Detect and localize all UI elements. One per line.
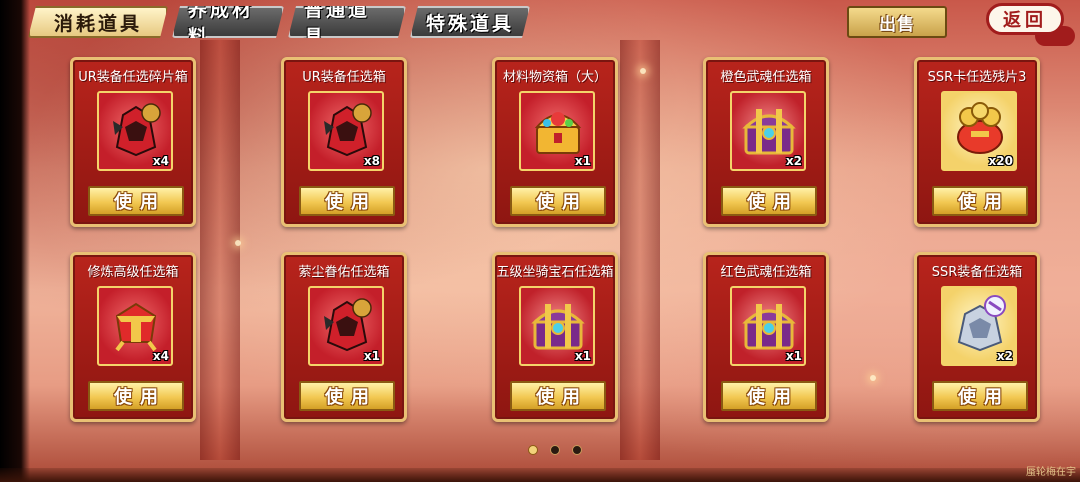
tab-materials[interactable]: 养成材料	[172, 6, 284, 38]
use-button[interactable]: 使用	[510, 381, 606, 411]
use-button[interactable]: 使用	[721, 381, 817, 411]
item-count: x4	[152, 154, 169, 168]
page-dot[interactable]	[550, 445, 560, 455]
item-frame[interactable]: x4	[97, 91, 173, 171]
item-count: x2	[785, 154, 802, 168]
bottom-edge-bar	[0, 468, 1080, 482]
tab-consumables[interactable]: 消耗道具	[28, 6, 168, 38]
item-frame[interactable]: x2	[941, 286, 1017, 366]
tab-special-items[interactable]: 特殊道具	[410, 6, 530, 38]
page-dot[interactable]	[528, 445, 538, 455]
item-card: 红色武魂任选箱 x1 使用	[703, 252, 829, 422]
item-frame[interactable]: x1	[519, 286, 595, 366]
item-card: 萦尘眷佑任选箱 x1 使用	[281, 252, 407, 422]
item-name: SSR卡任选残片3	[927, 70, 1027, 85]
item-count: x4	[152, 349, 169, 363]
left-edge-shade	[0, 0, 30, 482]
item-card: UR装备任选碎片箱 x4 使用	[70, 57, 196, 227]
item-card: 五级坐骑宝石任选箱 x1 使用	[492, 252, 618, 422]
use-button[interactable]: 使用	[721, 186, 817, 216]
item-name: 萦尘眷佑任选箱	[298, 265, 390, 280]
item-name: 材料物资箱（大）	[502, 70, 607, 85]
item-count: x1	[785, 349, 802, 363]
use-button[interactable]: 使用	[510, 186, 606, 216]
item-name: 红色武魂任选箱	[720, 265, 812, 280]
item-name: 五级坐骑宝石任选箱	[496, 265, 614, 280]
item-frame[interactable]: x1	[519, 91, 595, 171]
use-button[interactable]: 使用	[88, 186, 184, 216]
item-frame[interactable]: x1	[308, 286, 384, 366]
item-frame[interactable]: x20	[941, 91, 1017, 171]
item-name: UR装备任选箱	[302, 70, 386, 85]
sell-button[interactable]: 出售	[847, 6, 947, 38]
item-frame[interactable]: x2	[730, 91, 806, 171]
item-name: SSR装备任选箱	[931, 265, 1023, 280]
item-frame[interactable]: x4	[97, 286, 173, 366]
item-card: 橙色武魂任选箱 x2 使用	[703, 57, 829, 227]
footer-text: 蜃轮梅在宇	[1026, 467, 1076, 478]
page-dot[interactable]	[572, 445, 582, 455]
item-card: 材料物资箱（大） x1 使用	[492, 57, 618, 227]
item-card: SSR卡任选残片3 x20 使用	[914, 57, 1040, 227]
use-button[interactable]: 使用	[88, 381, 184, 411]
item-count: x20	[988, 154, 1013, 168]
item-name: 橙色武魂任选箱	[720, 70, 812, 85]
item-frame[interactable]: x8	[308, 91, 384, 171]
item-card: SSR装备任选箱 x2 使用	[914, 252, 1040, 422]
use-button[interactable]: 使用	[299, 381, 395, 411]
page-indicator	[528, 445, 582, 455]
item-count: x1	[363, 349, 380, 363]
item-count: x8	[363, 154, 380, 168]
item-grid: UR装备任选碎片箱 x4 使用 UR装备任选箱 x8 使用 材料物资箱（大） x…	[70, 57, 1040, 427]
item-count: x1	[574, 349, 591, 363]
item-card: UR装备任选箱 x8 使用	[281, 57, 407, 227]
use-button[interactable]: 使用	[932, 186, 1028, 216]
back-button[interactable]: 返回	[986, 3, 1064, 35]
item-name: UR装备任选碎片箱	[78, 70, 188, 85]
item-name: 修炼高级任选箱	[87, 265, 179, 280]
use-button[interactable]: 使用	[299, 186, 395, 216]
use-button[interactable]: 使用	[932, 381, 1028, 411]
category-tab-bar: 消耗道具 养成材料 普通道具 特殊道具	[28, 6, 530, 40]
item-count: x2	[996, 349, 1013, 363]
item-card: 修炼高级任选箱 x4 使用	[70, 252, 196, 422]
item-frame[interactable]: x1	[730, 286, 806, 366]
item-count: x1	[574, 154, 591, 168]
tab-common-items[interactable]: 普通道具	[288, 6, 406, 38]
